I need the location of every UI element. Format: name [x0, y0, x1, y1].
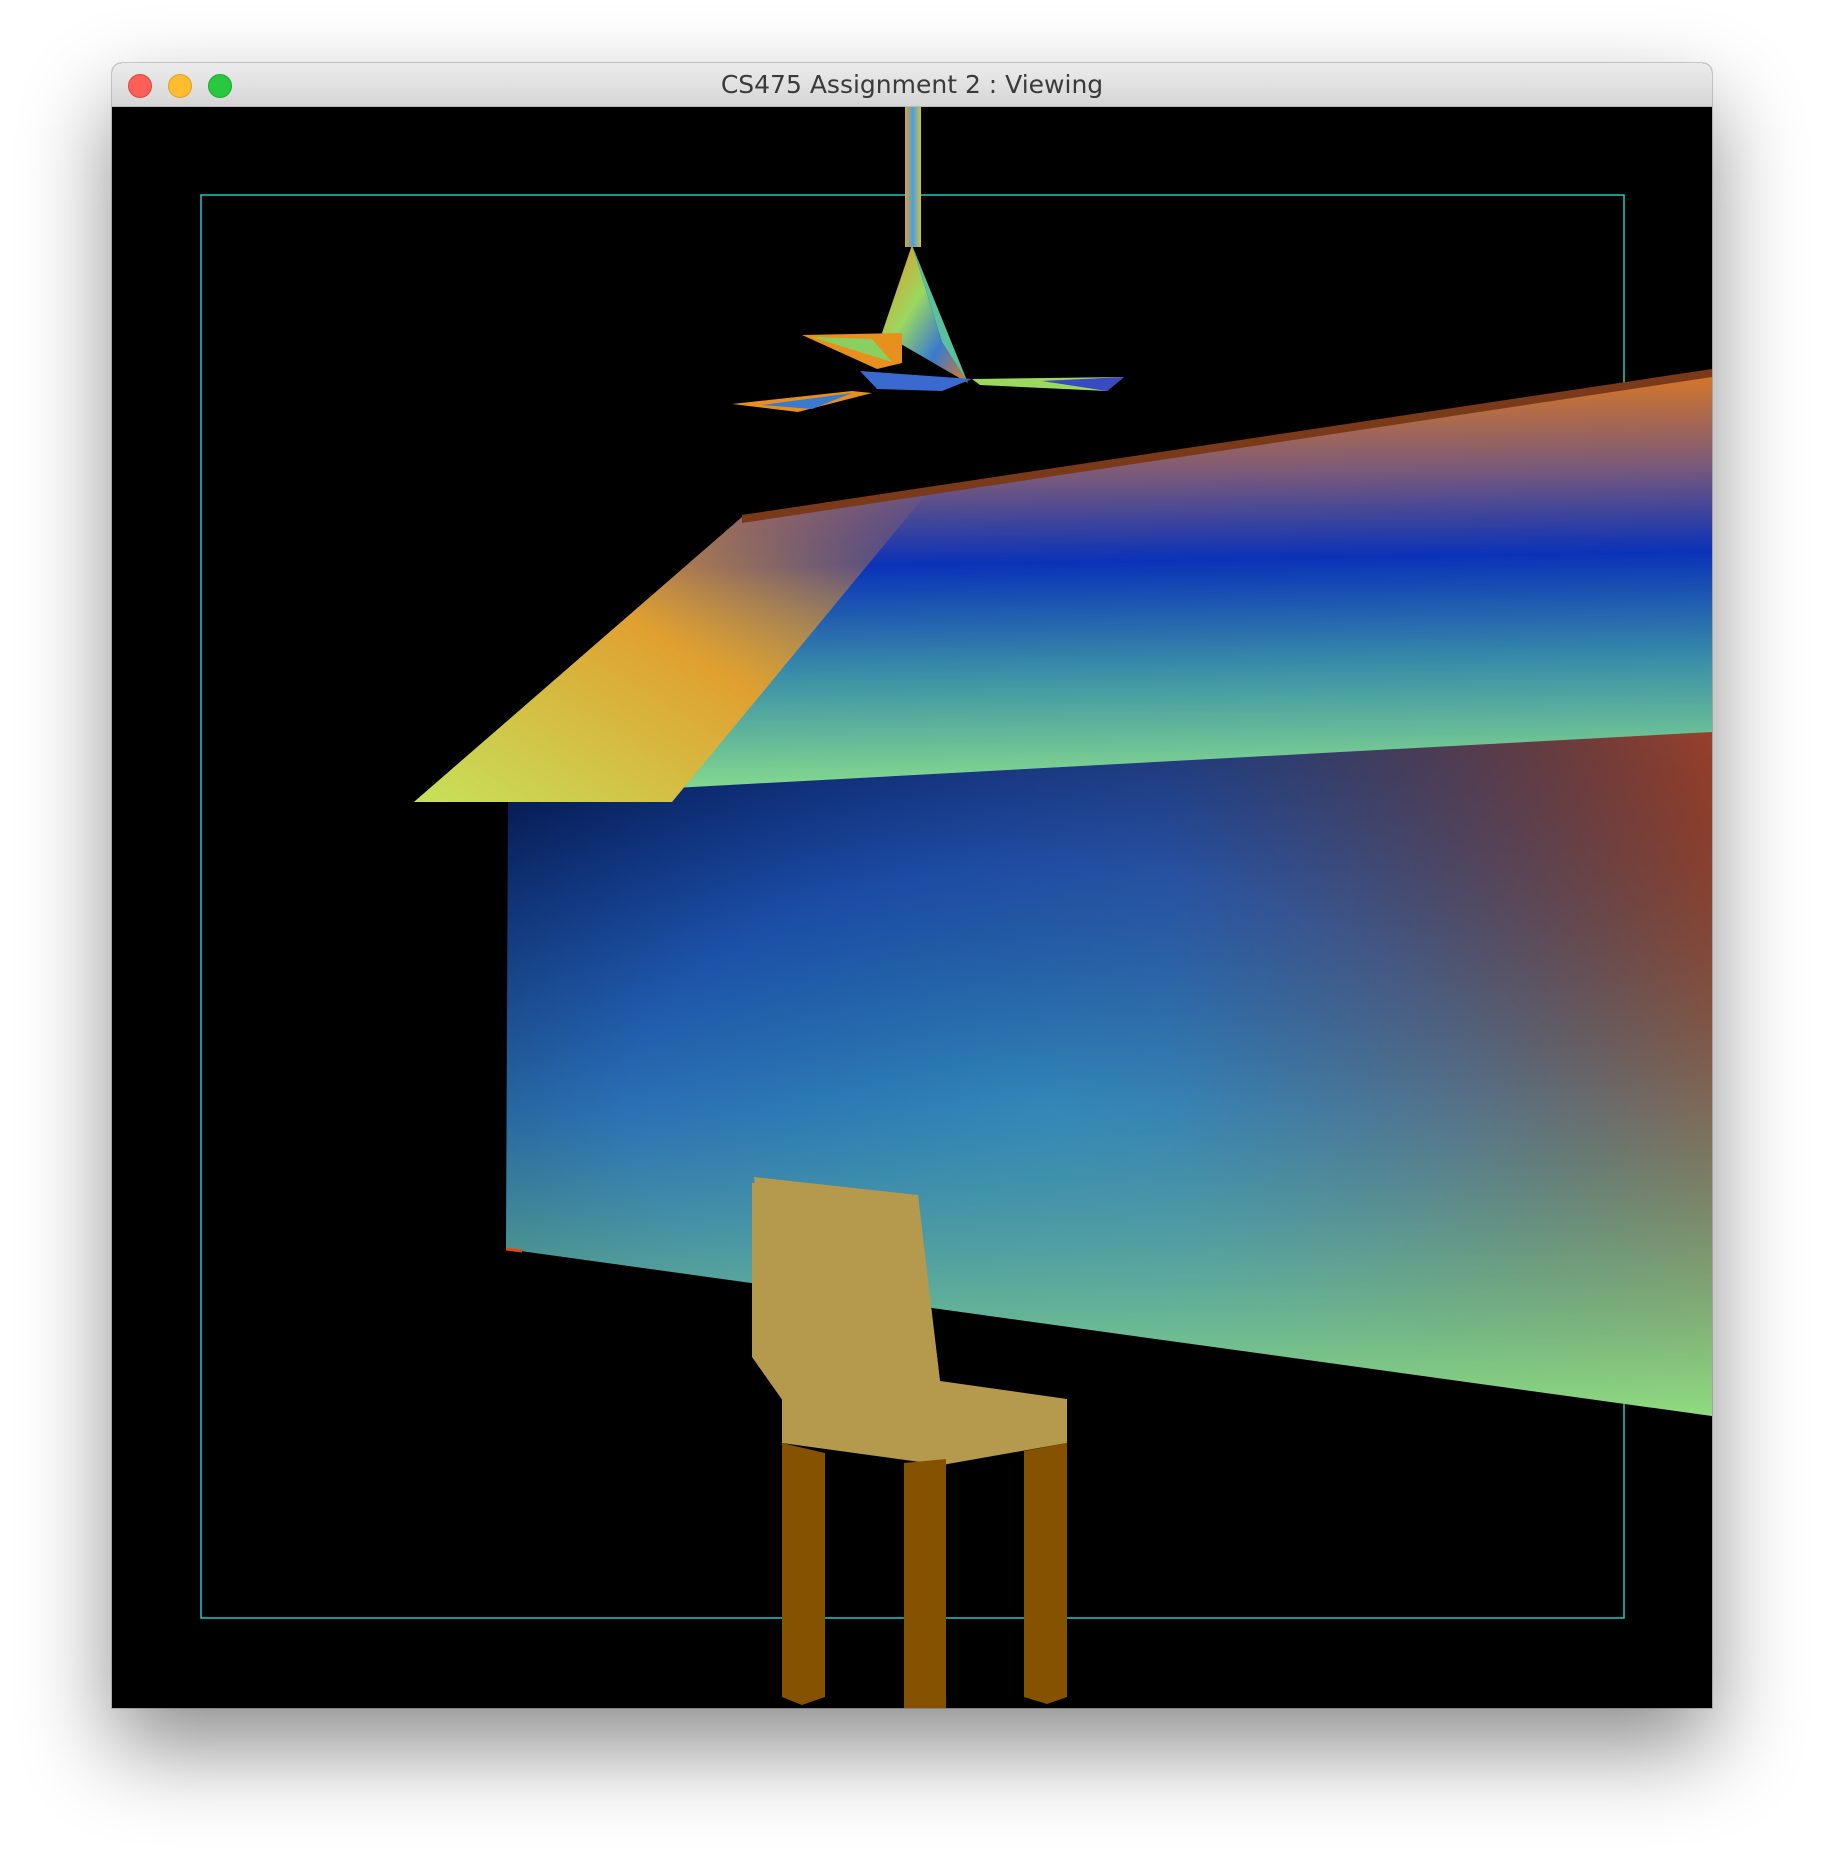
ceiling-fan — [732, 107, 1124, 412]
chair-leg-front-left — [782, 1443, 825, 1705]
scene-render — [200, 107, 1712, 1708]
title-bar[interactable]: CS475 Assignment 2 : Viewing — [112, 63, 1712, 107]
wall-plane — [505, 729, 1712, 1416]
opengl-canvas[interactable] — [112, 107, 1712, 1708]
chair-leg-front-right — [904, 1459, 946, 1708]
chair-leg-back-right — [1024, 1443, 1067, 1704]
roof-plane — [414, 369, 1712, 802]
chair-back-face — [754, 1177, 940, 1403]
app-window: CS475 Assignment 2 : Viewing — [112, 63, 1712, 1708]
fan-rod — [905, 107, 921, 247]
window-title: CS475 Assignment 2 : Viewing — [720, 70, 1104, 99]
